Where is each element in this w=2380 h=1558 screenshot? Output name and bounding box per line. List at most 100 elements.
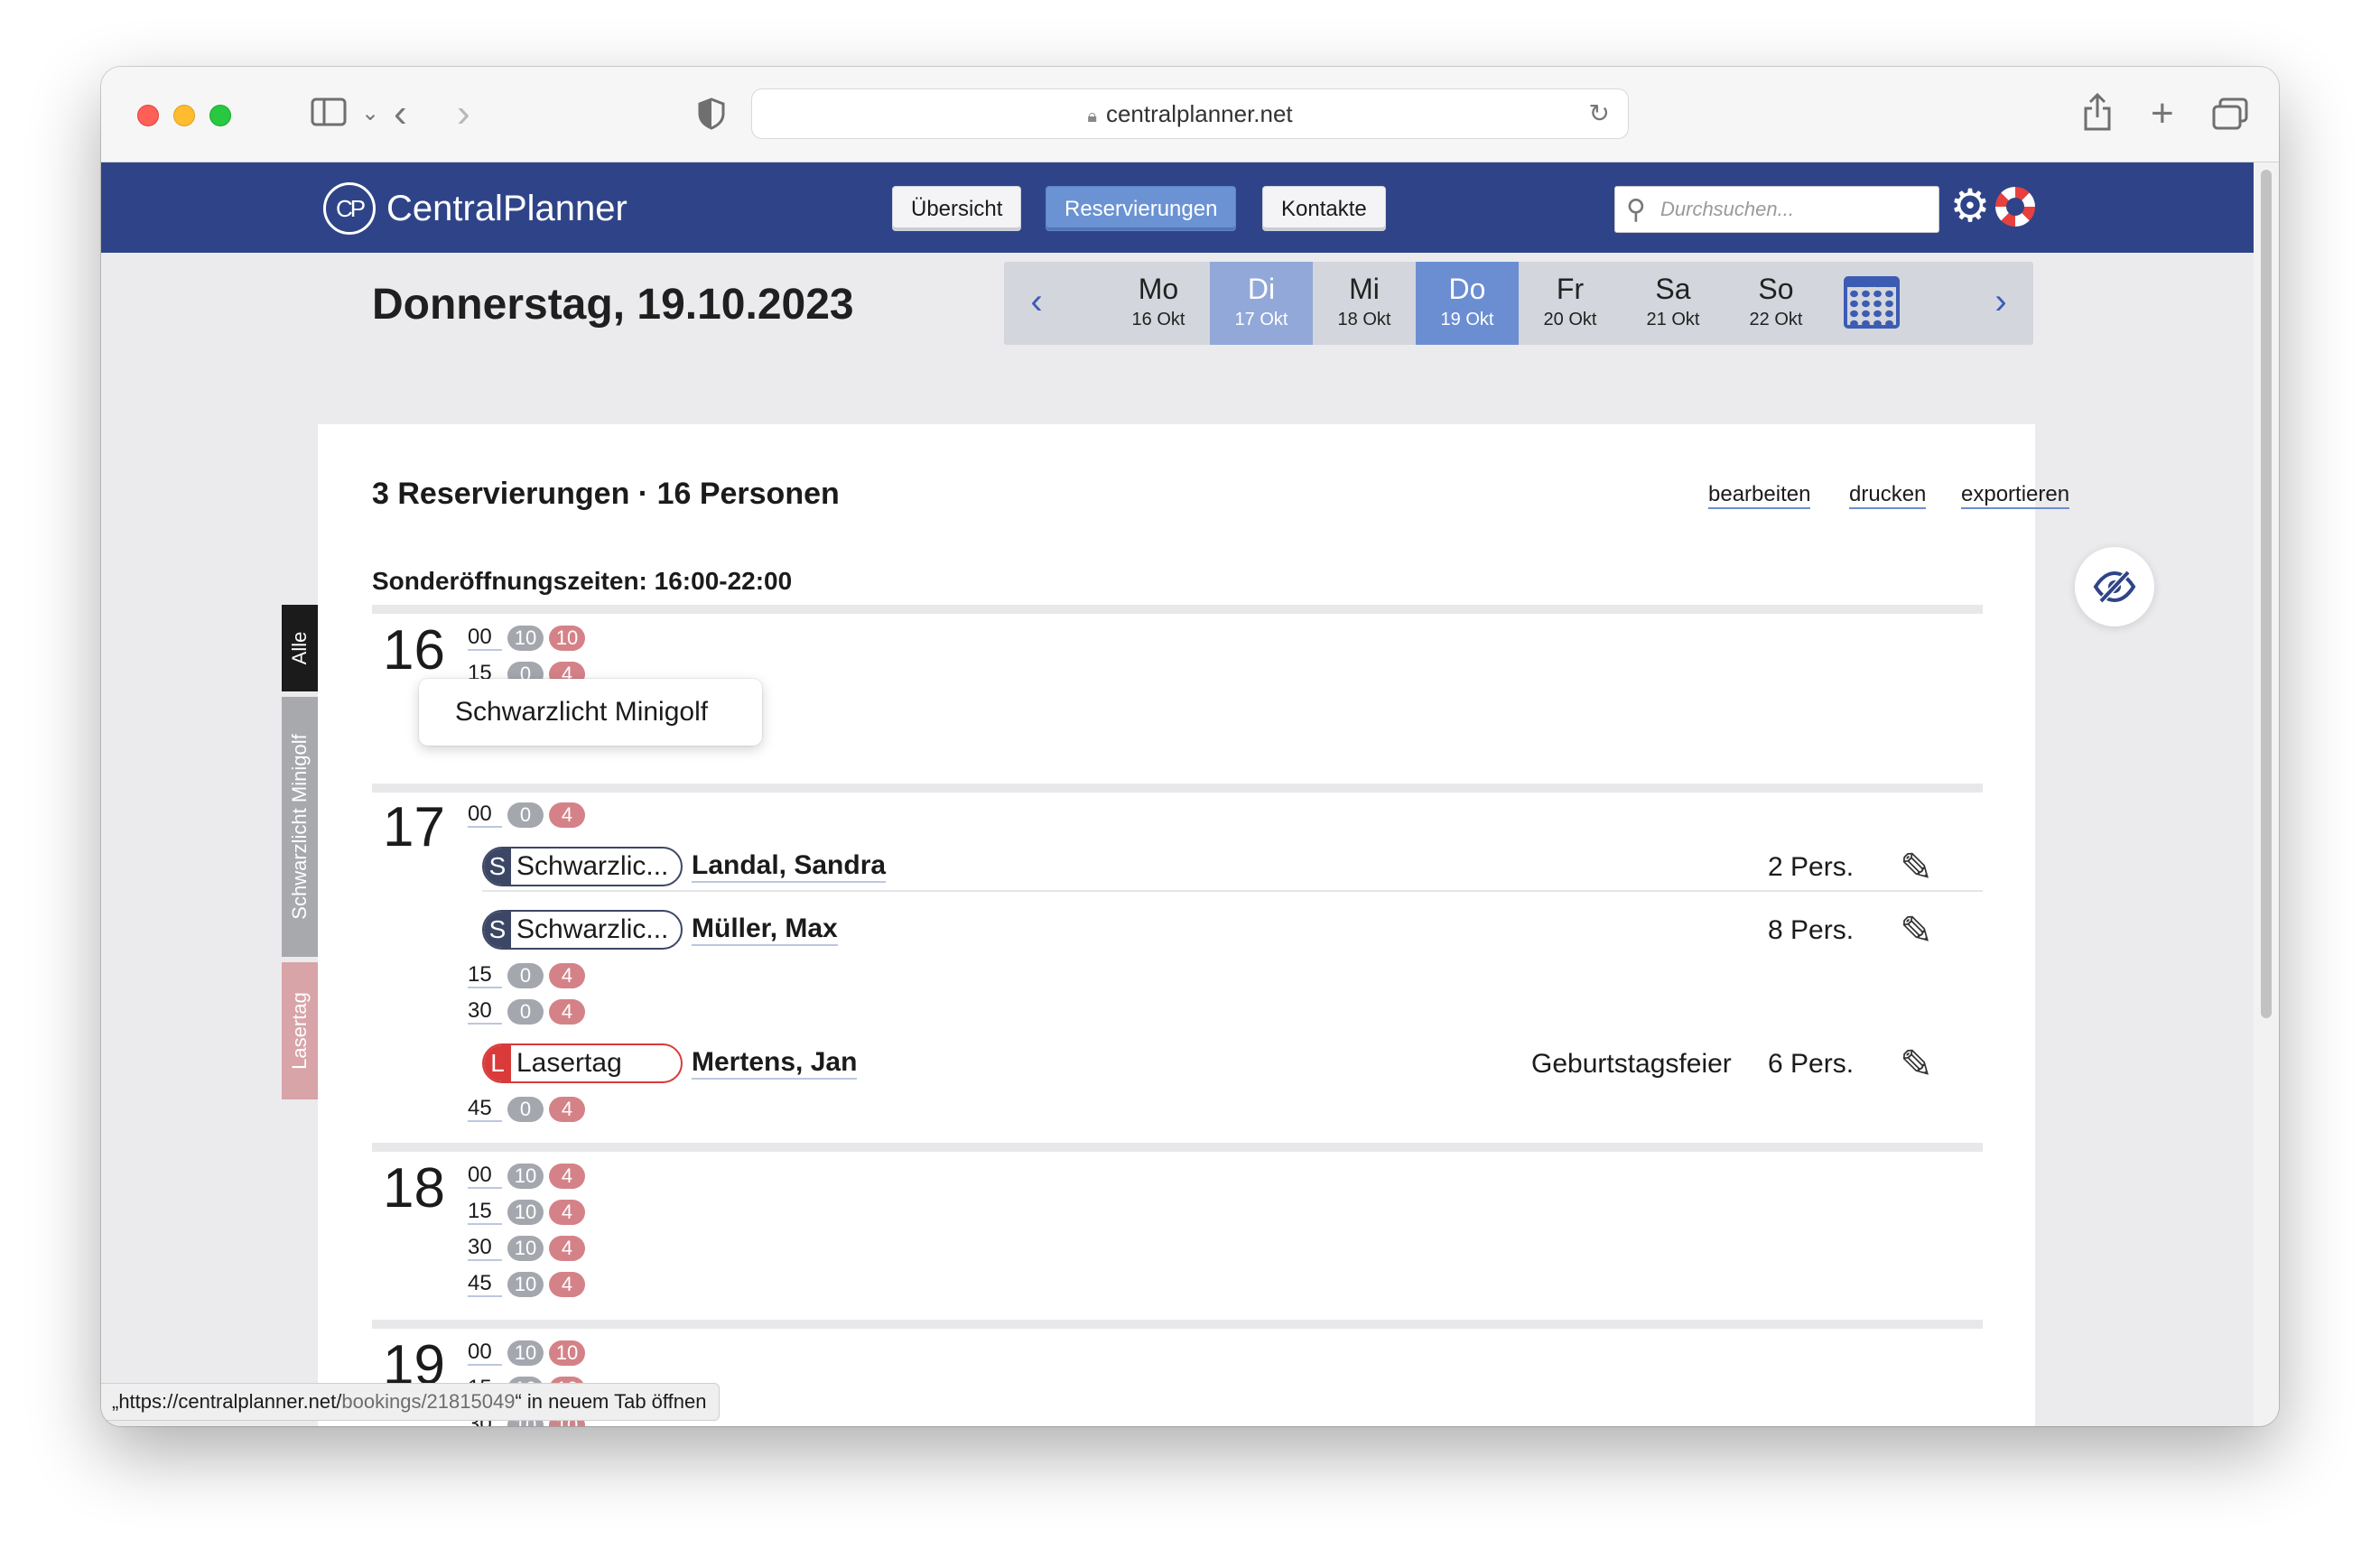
address-bar[interactable]: 🔒︎ centralplanner.net ↻ [751,88,1629,139]
capacity-limit: 10 [549,1340,585,1366]
zoom-window-button[interactable] [209,105,231,126]
time-slot[interactable]: 3004 [468,998,585,1025]
guest-name-link[interactable]: Landal, Sandra [692,850,887,883]
day-wed[interactable]: Mi 18 Okt [1313,262,1416,345]
shield-icon[interactable] [697,97,726,135]
slot-minute: 00 [468,1340,502,1366]
chevron-down-icon[interactable]: ⌄ [361,103,379,125]
day-name: Mi [1349,273,1380,305]
tabs-icon[interactable] [2212,97,2248,135]
export-link[interactable]: exportieren [1961,482,2070,509]
day-sun[interactable]: So 22 Okt [1725,262,1827,345]
print-link[interactable]: drucken [1849,482,1927,509]
calendar-icon[interactable] [1844,276,1900,329]
time-slot[interactable]: 00 10 10 [468,1340,585,1367]
status-prefix: „https://centralplanner.net/ [112,1390,342,1413]
page-viewport: CP CentralPlanner Übersicht Reservierung… [101,162,2279,1426]
person-count: 2 Pers. [1768,852,1855,882]
capacity-free: 10 [507,1236,544,1261]
edit-link[interactable]: bearbeiten [1708,482,1811,509]
search-input[interactable]: ⚲ Durchsuchen... [1614,186,1939,233]
hour-label: 18 [383,1157,445,1220]
forward-button[interactable]: › [457,94,470,134]
guest-name-link[interactable]: Mertens, Jan [692,1047,858,1080]
day-mon[interactable]: Mo 16 Okt [1107,262,1210,345]
guest-name-link[interactable]: Müller, Max [692,913,838,946]
visibility-toggle-button[interactable] [2075,547,2154,626]
page-title: Donnerstag, 19.10.2023 [372,281,854,329]
app-logo[interactable]: CP CentralPlanner [323,182,628,235]
activity-label: Lasertag [516,1048,622,1078]
day-name: Mo [1138,273,1179,305]
capacity-free: 10 [507,626,544,651]
day-tue[interactable]: Di 17 Okt [1210,262,1313,345]
day-date: 16 Okt [1131,310,1185,329]
close-window-button[interactable] [137,105,159,126]
reservation-note: Geburtstagsfeier [1531,1049,1732,1079]
reservation-row[interactable]: S Schwarzlic... Müller, Max 8 Pers. ✎ [482,899,1983,955]
filter-tab-lasertag[interactable]: Lasertag [282,962,318,1099]
share-icon[interactable] [2082,92,2113,137]
previous-day-button[interactable]: ‹ [1009,262,1064,345]
next-day-button[interactable]: › [1974,262,2028,345]
activity-badge[interactable]: L Lasertag [482,1043,683,1083]
plus-icon[interactable]: + [2151,94,2174,134]
pencil-icon[interactable]: ✎ [1900,845,1933,891]
filter-tab-label: Alle [288,631,311,665]
day-date: 22 Okt [1749,310,1803,329]
day-date: 18 Okt [1337,310,1391,329]
slot-minute: 15 [468,963,502,988]
nav-overview-button[interactable]: Übersicht [892,186,1022,231]
day-name: So [1758,273,1794,305]
time-slot[interactable]: 00 0 4 [468,802,585,829]
hour-divider [372,1143,1983,1152]
page-scrollbar[interactable] [2254,162,2279,1426]
day-fri[interactable]: Fr 20 Okt [1519,262,1622,345]
time-slot[interactable]: 30 10 4 [468,1235,585,1262]
reservation-row[interactable]: L Lasertag Mertens, Jan Geburtstagsfeier … [482,1033,1983,1089]
capacity-limit: 4 [549,1200,585,1225]
pencil-icon[interactable]: ✎ [1900,1042,1933,1088]
filter-tab-minigolf[interactable]: Schwarzlicht Minigolf [282,697,318,957]
filter-tab-all[interactable]: Alle [282,605,318,691]
hour-divider [372,784,1983,793]
gear-icon[interactable]: ⚙ [1947,182,1994,229]
day-date: 20 Okt [1543,310,1597,329]
nav-reservations-button[interactable]: Reservierungen [1046,186,1237,231]
time-slot[interactable]: 45 10 4 [468,1271,585,1298]
pencil-icon[interactable]: ✎ [1900,908,1933,954]
filter-tab-label: Schwarzlicht Minigolf [288,734,311,920]
time-slot[interactable]: 45 0 4 [468,1096,585,1123]
capacity-free: 10 [507,1340,544,1366]
minimize-window-button[interactable] [173,105,195,126]
reservation-row[interactable]: S Schwarzlic... Landal, Sandra 2 Pers. ✎ [482,836,1983,892]
slot-minute: 00 [468,626,502,651]
sidebar-icon[interactable] [311,97,347,132]
day-thu[interactable]: Do 19 Okt [1416,262,1519,345]
capacity-free: 0 [507,1097,544,1122]
time-slot[interactable]: 00 10 4 [468,1163,585,1190]
day-sat[interactable]: Sa 21 Okt [1622,262,1725,345]
hour-label: 17 [383,796,445,858]
time-slot[interactable]: 00 10 10 [468,625,585,652]
special-opening-hours: Sonderöffnungszeiten: 16:00-22:00 [372,567,793,595]
lock-icon: 🔒︎ [1087,107,1097,126]
lifebuoy-icon[interactable] [1995,187,2035,227]
activity-badge[interactable]: S Schwarzlic... [482,847,683,886]
back-button[interactable]: ‹ [394,94,407,134]
url-text: centralplanner.net [1105,100,1293,127]
capacity-limit: 4 [549,963,585,988]
nav-contacts-button[interactable]: Kontakte [1262,186,1386,231]
scrollbar-thumb[interactable] [2261,170,2272,1018]
search-placeholder: Durchsuchen... [1660,198,1794,220]
time-slot[interactable]: 15 10 4 [468,1199,585,1226]
hour-divider [372,1320,1983,1329]
reload-icon[interactable]: ↻ [1589,89,1610,138]
activity-letter: L [484,1045,511,1081]
status-path: bookings/21815049 [341,1390,516,1413]
capacity-limit: 10 [549,626,585,651]
time-slot[interactable]: 15 0 4 [468,962,585,989]
capacity-free: 10 [507,1272,544,1297]
slot-minute: 30 [468,1236,502,1261]
activity-badge[interactable]: S Schwarzlic... [482,910,683,950]
